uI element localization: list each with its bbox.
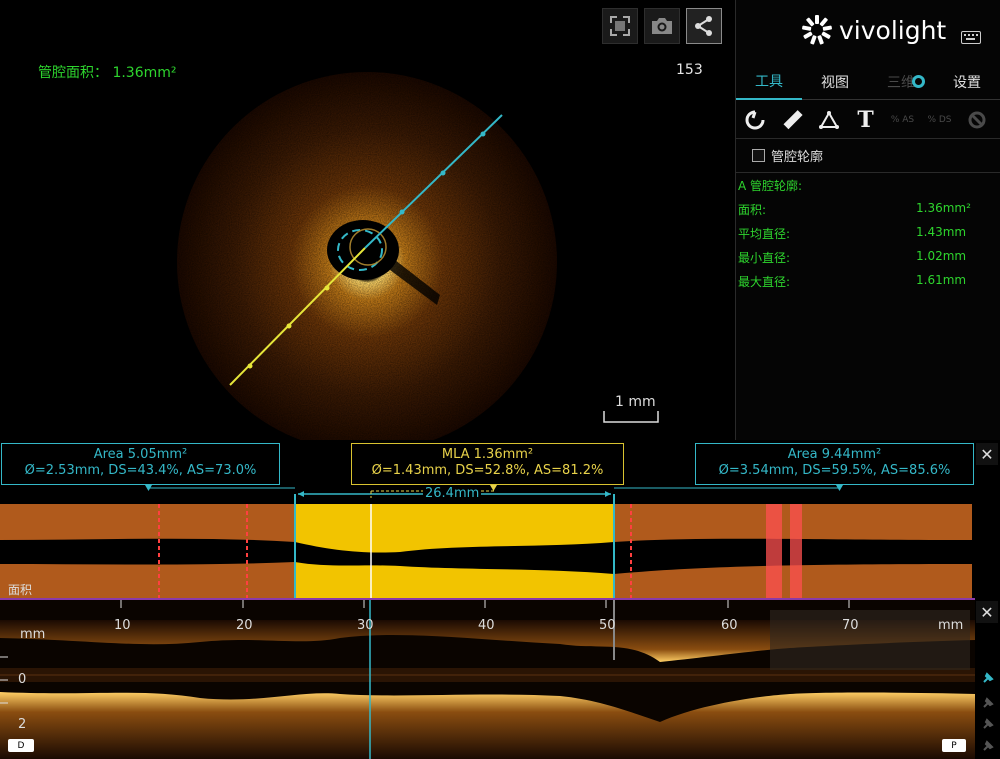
y-label-0: 0: [18, 672, 27, 687]
oct-workstation: 管腔面积： 1.36mm² 153 1 mm vivolight 工具 视图 三…: [0, 0, 1000, 759]
tab-3d[interactable]: 三维: [868, 64, 934, 100]
camera-icon: [652, 18, 672, 34]
frame-number: 153: [676, 62, 703, 78]
proximal-end-marker[interactable]: P: [942, 739, 966, 752]
mla-area: MLA 1.36mm²: [441, 447, 534, 462]
share-icon: [695, 16, 712, 36]
lumen-contour-tool-icon[interactable]: [736, 101, 773, 139]
pin-button-2[interactable]: [978, 693, 998, 713]
panel-tabs: 工具 视图 三维 设置: [736, 64, 1000, 100]
scale-label: 1 mm: [615, 394, 656, 410]
area-stenosis-tool-icon[interactable]: % AS: [884, 101, 921, 139]
result-min-diameter: 最小直径: 1.02mm: [738, 249, 967, 265]
pin-icon: [983, 740, 994, 751]
y-label-2: 2: [18, 717, 27, 732]
pin-icon: [983, 672, 994, 683]
profile-label: 面积: [8, 583, 33, 597]
share-button[interactable]: [686, 8, 722, 44]
measurement-results: A 管腔轮廓: 面积: 1.36mm² 平均直径: 1.43mm 最小直径: 1.02…: [736, 172, 1000, 292]
lumen-area-profile[interactable]: [0, 484, 975, 600]
pin-button-3[interactable]: [978, 714, 998, 734]
axis-tick-40: 40: [478, 618, 495, 633]
oct-cross-section-image[interactable]: [175, 70, 559, 440]
reference-right-area: Area 9.44mm²: [787, 447, 882, 462]
snapshot-button[interactable]: [644, 8, 680, 44]
ruler-tool-icon[interactable]: [773, 101, 810, 139]
axis-tick-30: 30: [357, 618, 374, 633]
axis-tick-10: 10: [114, 618, 131, 633]
lumen-contour-checkbox[interactable]: [752, 149, 765, 162]
close-longitudinal-button[interactable]: ✕: [976, 601, 998, 623]
brand-logo: vivolight: [801, 14, 946, 46]
reference-right-stats: Ø=3.54mm, DS=59.5%, AS=85.6%: [718, 463, 951, 478]
reference-left-box[interactable]: Area 5.05mm² Ø=2.53mm, DS=43.4%, AS=73.0…: [1, 443, 280, 485]
tab-settings[interactable]: 设置: [934, 64, 1000, 100]
axis-tick-70: 70: [842, 618, 859, 633]
vivolight-logo-icon: [802, 15, 832, 45]
tab-3d-label: 三维: [887, 75, 915, 91]
clear-tool-icon[interactable]: [958, 101, 995, 139]
pin-icon: [983, 697, 994, 708]
mla-box[interactable]: MLA 1.36mm² Ø=1.43mm, DS=52.8%, AS=81.2%: [351, 443, 624, 485]
brand-name: vivolight: [839, 15, 947, 45]
tool-row: T % AS % DS: [736, 101, 1000, 139]
results-title: A 管腔轮廓:: [738, 179, 803, 193]
axis-tick-50: 50: [599, 618, 616, 633]
diameter-stenosis-tool-icon[interactable]: % DS: [921, 101, 958, 139]
toggle-ring-icon: [912, 75, 925, 88]
tool-panel: vivolight 工具 视图 三维 设置 T % AS % DS 管腔轮廓 A…: [735, 0, 1000, 440]
lumen-contour-checkbox-row[interactable]: 管腔轮廓: [752, 146, 823, 165]
cross-section-viewer[interactable]: 管腔面积： 1.36mm² 153 1 mm: [0, 0, 735, 440]
lumen-area-readout: 管腔面积： 1.36mm²: [38, 65, 177, 81]
result-area: 面积: 1.36mm²: [738, 201, 971, 217]
fullscreen-icon: [610, 16, 630, 36]
reference-left-stats: Ø=2.53mm, DS=43.4%, AS=73.0%: [24, 463, 257, 478]
axis-tick-20: 20: [236, 618, 253, 633]
fullscreen-button[interactable]: [602, 8, 638, 44]
reference-left-area: Area 5.05mm²: [93, 447, 188, 462]
distal-end-marker[interactable]: D: [8, 739, 34, 752]
text-tool-icon[interactable]: T: [847, 101, 884, 139]
segment-length-label: 26.4mm: [423, 486, 482, 501]
axis-unit-right: mm: [938, 618, 964, 633]
result-mean-diameter: 平均直径: 1.43mm: [738, 225, 967, 241]
angle-tool-icon[interactable]: [810, 101, 847, 139]
result-max-diameter: 最大直径: 1.61mm: [738, 273, 967, 289]
pin-button-4[interactable]: [978, 736, 998, 756]
lumen-contour-checkbox-label: 管腔轮廓: [771, 150, 824, 165]
mla-stats: Ø=1.43mm, DS=52.8%, AS=81.2%: [371, 463, 604, 478]
axis-tick-60: 60: [721, 618, 738, 633]
tab-view[interactable]: 视图: [802, 64, 868, 100]
keyboard-icon[interactable]: [961, 31, 981, 44]
pin-button-active[interactable]: [978, 668, 998, 688]
tab-tools[interactable]: 工具: [736, 64, 802, 100]
pin-icon: [983, 718, 994, 729]
close-profile-button[interactable]: ✕: [976, 443, 998, 465]
reference-right-box[interactable]: Area 9.44mm² Ø=3.54mm, DS=59.5%, AS=85.6…: [695, 443, 974, 485]
axis-unit-left: mm: [20, 627, 46, 642]
